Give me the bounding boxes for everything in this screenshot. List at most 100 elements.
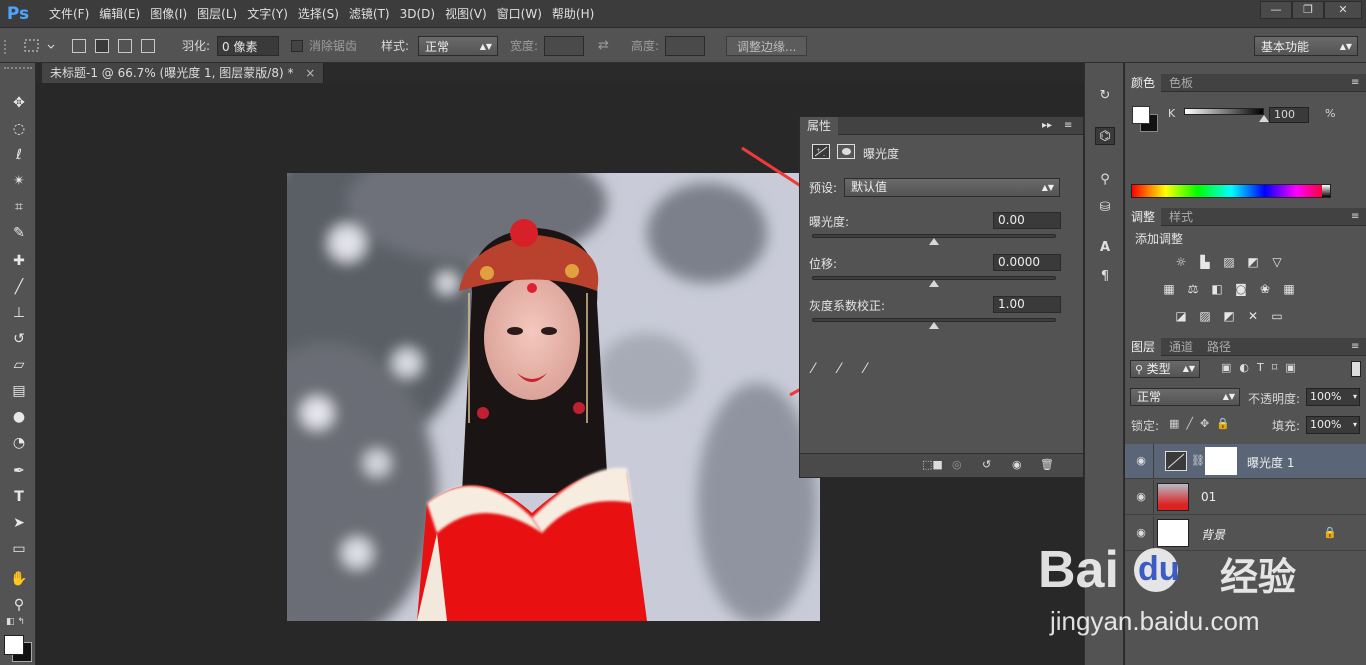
view-previous-icon[interactable]: ◎ <box>952 458 962 471</box>
exposure-adjust-icon: + - <box>812 144 830 159</box>
properties-panel: 属性 ▸▸ ≡ + - 曝光度 预设: 默认值 ▲▼ 曝光度: 0.00 位移: … <box>799 116 1084 478</box>
filter-toggle[interactable] <box>1351 361 1361 377</box>
k-slider-thumb[interactable] <box>1259 115 1269 122</box>
k-value-input[interactable]: 100 <box>1269 107 1309 123</box>
layer-filter-dropdown[interactable]: ⚲ 类型 ▲▼ <box>1130 360 1200 378</box>
gamma-slider-thumb[interactable] <box>929 322 939 329</box>
invert-icon[interactable]: ◪ <box>1173 308 1189 324</box>
fg-color-swatch[interactable] <box>1132 106 1150 124</box>
filter-icons[interactable]: ▣◐T⌑▣ <box>1221 361 1304 374</box>
exposure-icon[interactable]: ◩ <box>1245 254 1261 270</box>
eyedropper-gray-icon[interactable]: ⁄ <box>838 361 840 377</box>
posterize-icon[interactable]: ▨ <box>1197 308 1213 324</box>
eyedropper-black-icon[interactable]: ⁄ <box>812 361 814 377</box>
offset-input[interactable]: 0.0000 <box>993 254 1061 271</box>
eyedropper-white-icon[interactable]: ⁄ <box>864 361 866 377</box>
svg-text:+: + <box>816 147 821 154</box>
eye-icon[interactable]: ◉ <box>1134 526 1148 540</box>
offset-label: 位移: <box>809 257 838 271</box>
adjust-panel-header: 调整 样式 ≡ <box>1125 208 1366 226</box>
offset-slider-thumb[interactable] <box>929 280 939 287</box>
properties-panel-header: 属性 ▸▸ ≡ <box>800 117 1083 135</box>
character-icon[interactable]: A <box>1095 239 1115 257</box>
layer-row-exposure[interactable]: ◉ ⛓ 曝光度 1 <box>1125 444 1366 479</box>
layer-row-01[interactable]: ◉ 01 <box>1125 480 1366 515</box>
black-white-icon[interactable]: ◧ <box>1209 281 1225 297</box>
layers-panel-header: 图层 通道 路径 ≡ <box>1125 338 1366 356</box>
chain-icon[interactable]: ⛓ <box>1191 454 1205 467</box>
tab-layers[interactable]: 图层 <box>1125 338 1162 356</box>
properties-footer: ⬚■ ◎ ↺ ◉ 🗑 <box>800 453 1083 477</box>
dropdown-arrow-icon: ▾ <box>1352 392 1357 401</box>
watermark-brand: Bai <box>1038 541 1119 599</box>
preset-dropdown[interactable]: 默认值 ▲▼ <box>844 178 1060 197</box>
watermark-url: jingyan.baidu.com <box>1050 606 1260 636</box>
curves-icon[interactable]: ▨ <box>1221 254 1237 270</box>
fill-label: 填充: <box>1272 419 1301 433</box>
color-lookup-icon[interactable]: ▦ <box>1281 281 1297 297</box>
mask-icon[interactable] <box>837 144 855 159</box>
tab-paths[interactable]: 路径 <box>1201 338 1237 356</box>
tab-color[interactable]: 颜色 <box>1125 74 1162 92</box>
eye-icon[interactable]: ◉ <box>1134 454 1148 468</box>
photoshop-window: Ps 文件(F) 编辑(E) 图像(I) 图层(L) 文字(Y) 选择(S) 滤… <box>0 0 1366 665</box>
brightness-icon[interactable]: ☼ <box>1173 254 1189 270</box>
channel-mixer-icon[interactable]: ❀ <box>1257 281 1273 297</box>
color-panel-header: 颜色 色板 ≡ <box>1125 74 1366 92</box>
properties-icon[interactable]: ⌬ <box>1095 127 1115 145</box>
layer-thumbnail <box>1157 483 1189 511</box>
clone-source-icon[interactable]: ⛁ <box>1095 199 1115 217</box>
panel-menu-icon[interactable]: ≡ <box>1345 208 1365 226</box>
k-slider[interactable] <box>1184 108 1264 115</box>
photo-filter-icon[interactable]: ◙ <box>1233 281 1249 297</box>
trash-icon[interactable]: 🗑 <box>1040 458 1054 471</box>
updown-icon: ▲▼ <box>1041 183 1054 192</box>
gamma-input[interactable]: 1.00 <box>993 296 1061 313</box>
preset-label: 预设: <box>809 181 838 195</box>
exposure-label: 曝光度: <box>809 215 850 229</box>
lock-label: 锁定: <box>1131 419 1160 433</box>
vibrance-icon[interactable]: ▽ <box>1269 254 1285 270</box>
exposure-input[interactable]: 0.00 <box>993 212 1061 229</box>
updown-icon: ▲▼ <box>1182 364 1195 373</box>
hue-sat-icon[interactable]: ▦ <box>1161 281 1177 297</box>
selective-color-icon[interactable]: ✕ <box>1245 308 1261 324</box>
gradient-map-icon[interactable]: ▭ <box>1269 308 1285 324</box>
visibility-icon[interactable]: ◉ <box>1012 458 1022 471</box>
lock-icons[interactable]: ▦╱✥🔒 <box>1169 417 1237 430</box>
opacity-input[interactable]: 100% ▾ <box>1306 388 1360 406</box>
exposure-slider-thumb[interactable] <box>929 238 939 245</box>
lock-icon: 🔒 <box>1323 526 1337 539</box>
fill-input[interactable]: 100% ▾ <box>1306 416 1360 434</box>
exposure-layer-icon <box>1165 451 1187 471</box>
levels-icon[interactable]: ▙ <box>1197 254 1213 270</box>
search-icon: ⚲ <box>1135 363 1147 376</box>
channel-label: K <box>1168 107 1176 120</box>
paragraph-icon[interactable]: ¶ <box>1095 268 1115 286</box>
collapse-icon[interactable]: ▸▸ <box>1042 117 1052 135</box>
reset-icon[interactable]: ↺ <box>982 458 991 471</box>
tab-styles[interactable]: 样式 <box>1163 208 1199 226</box>
brush-preset-icon[interactable]: ⚲ <box>1095 171 1115 189</box>
k-unit: % <box>1325 107 1336 120</box>
tab-adjustments[interactable]: 调整 <box>1125 208 1162 226</box>
svg-text:-: - <box>823 152 825 158</box>
panel-menu-icon[interactable]: ≡ <box>1064 117 1072 135</box>
tab-properties[interactable]: 属性 <box>800 117 839 135</box>
color-spectrum[interactable] <box>1131 184 1331 198</box>
history-icon[interactable]: ↻ <box>1095 87 1115 105</box>
layer-name: 曝光度 1 <box>1247 456 1295 470</box>
add-adjustment-title: 添加调整 <box>1135 232 1184 246</box>
opacity-label: 不透明度: <box>1248 392 1301 406</box>
panel-menu-icon[interactable]: ≡ <box>1345 74 1365 92</box>
panel-menu-icon[interactable]: ≡ <box>1345 338 1365 356</box>
threshold-icon[interactable]: ◩ <box>1221 308 1237 324</box>
color-balance-icon[interactable]: ⚖ <box>1185 281 1201 297</box>
eye-icon[interactable]: ◉ <box>1134 490 1148 504</box>
tab-swatches[interactable]: 色板 <box>1163 74 1199 92</box>
layer-mask-thumb[interactable] <box>1205 447 1237 475</box>
tab-channels[interactable]: 通道 <box>1163 338 1199 356</box>
baidu-watermark: Bai du 经验 jingyan.baidu.com <box>1038 541 1297 636</box>
clip-to-layer-icon[interactable]: ⬚■ <box>922 458 943 471</box>
blend-mode-dropdown[interactable]: 正常 ▲▼ <box>1130 388 1240 406</box>
